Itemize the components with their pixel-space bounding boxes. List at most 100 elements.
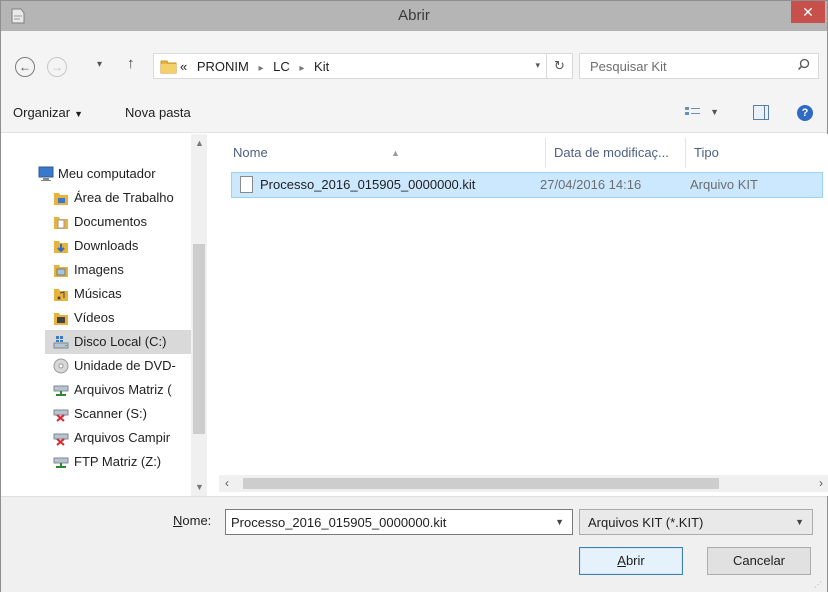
nav-pane-scrollbar[interactable]: ▲ ▼ (191, 134, 207, 496)
open-button[interactable]: Abrir (579, 547, 683, 575)
column-header-modified[interactable]: Data de modificaç... (545, 138, 685, 168)
nav-item-arquivos-campir[interactable]: Arquivos Campir (53, 426, 203, 450)
nav-item-label: Scanner (S:) (74, 406, 147, 421)
column-header-label: Data de modificaç... (554, 145, 669, 160)
nav-item-label: Meu computador (58, 166, 156, 181)
breadcrumb-pronim[interactable]: PRONIM (197, 59, 249, 74)
breadcrumb-kit[interactable]: Kit (314, 59, 329, 74)
nav-item-label: Documentos (74, 214, 147, 229)
nav-item-music[interactable]: Músicas (53, 282, 203, 306)
network-drive-icon (53, 382, 69, 398)
breadcrumb-lc[interactable]: LC (273, 59, 290, 74)
chevron-down-icon[interactable]: ▼ (710, 107, 719, 117)
nav-item-label: Downloads (74, 238, 139, 253)
dvd-drive-icon (53, 358, 69, 374)
window-title: Abrir (398, 7, 430, 24)
scroll-down-icon[interactable]: ▼ (195, 482, 204, 492)
table-row[interactable]: Processo_2016_015905_0000000.kit 27/04/2… (231, 172, 823, 198)
refresh-button[interactable]: ↻ (547, 53, 573, 79)
file-list-horizontal-scrollbar[interactable]: ‹ › (219, 475, 828, 492)
search-box[interactable] (579, 53, 819, 79)
downloads-folder-icon (53, 238, 69, 254)
organize-label: Organizar (13, 105, 71, 120)
column-header-type[interactable]: Tipo (685, 138, 825, 168)
network-drive-icon (53, 454, 69, 470)
column-header-label: Tipo (694, 145, 719, 160)
nav-item-computer[interactable]: Meu computador (37, 162, 207, 186)
scroll-up-icon[interactable]: ▲ (195, 138, 204, 148)
chevron-right-icon[interactable]: ▸ (258, 63, 263, 74)
scroll-right-icon[interactable]: › (819, 476, 823, 490)
filename-input[interactable] (226, 510, 544, 534)
close-button[interactable]: ✕ (791, 1, 825, 23)
nav-item-label: Disco Local (C:) (74, 334, 167, 349)
scroll-left-icon[interactable]: ‹ (225, 476, 229, 490)
disconnected-network-drive-icon (53, 406, 69, 422)
navigation-pane: Meu computador Área de Trabalho Document… (1, 134, 219, 496)
nav-item-documents[interactable]: Documentos (53, 210, 203, 234)
chevron-down-icon[interactable]: ▼ (555, 517, 564, 527)
open-button-label: brir (625, 553, 645, 568)
nav-item-scanner[interactable]: Scanner (S:) (53, 402, 203, 426)
change-view-button[interactable]: ▼ (685, 107, 719, 122)
column-header-name[interactable]: Nome ▲ (233, 138, 553, 168)
back-button[interactable]: ← (15, 57, 35, 77)
dialog-footer: Nome: ▼ Arquivos KIT (*.KIT) ▼ Abrir Can… (1, 496, 827, 592)
file-type: Arquivo KIT (690, 177, 758, 192)
nav-item-videos[interactable]: Vídeos (53, 306, 203, 330)
file-list: Nome ▲ Data de modificaç... Tipo Process… (219, 134, 828, 496)
organize-menu[interactable]: Organizar ▼ (13, 105, 83, 120)
file-icon (240, 176, 253, 193)
nav-item-dvd-drive[interactable]: Unidade de DVD- (53, 354, 203, 378)
cancel-button[interactable]: Cancelar (707, 547, 811, 575)
open-button-accesskey: A (617, 553, 626, 568)
desktop-folder-icon (53, 190, 69, 206)
nav-item-desktop[interactable]: Área de Trabalho (53, 186, 203, 210)
filename-label-accesskey: N (173, 513, 183, 528)
nav-item-label: Unidade de DVD- (74, 358, 176, 373)
chevron-right-icon[interactable]: ▸ (299, 63, 304, 74)
filetype-value: Arquivos KIT (*.KIT) (588, 515, 704, 530)
nav-item-label: Músicas (74, 286, 122, 301)
up-button[interactable]: ↑ (127, 55, 135, 72)
scrollbar-thumb[interactable] (243, 478, 719, 489)
folder-icon (160, 58, 178, 74)
address-row: ← → ▾ ↑ « PRONIM ▸ LC ▸ Kit ▾ ↻ (1, 31, 827, 93)
filename-combobox[interactable]: ▼ (225, 509, 573, 535)
nav-item-label: Imagens (74, 262, 124, 277)
open-file-dialog: Abrir ✕ ← → ▾ ↑ « PRONIM ▸ LC ▸ Kit ▾ ↻ (0, 0, 828, 592)
local-disk-icon (53, 334, 69, 350)
documents-folder-icon (53, 214, 69, 230)
resize-grip-icon[interactable]: ⋰ (814, 580, 824, 590)
nav-item-pictures[interactable]: Imagens (53, 258, 203, 282)
disconnected-network-drive-icon (53, 430, 69, 446)
chevron-down-icon[interactable]: ▾ (535, 60, 540, 71)
music-folder-icon (53, 286, 69, 302)
chevron-down-icon: ▼ (74, 109, 83, 119)
nav-item-label: Vídeos (74, 310, 115, 325)
help-icon[interactable]: ? (797, 105, 813, 121)
nav-item-downloads[interactable]: Downloads (53, 234, 203, 258)
sort-ascending-icon: ▲ (391, 148, 400, 158)
file-name: Processo_2016_015905_0000000.kit (260, 177, 476, 192)
nav-item-arquivos-matriz[interactable]: Arquivos Matriz ( (53, 378, 203, 402)
breadcrumb: « PRONIM ▸ LC ▸ Kit (180, 59, 329, 74)
nav-item-label: FTP Matriz (Z:) (74, 454, 162, 469)
address-bar[interactable]: « PRONIM ▸ LC ▸ Kit ▾ (153, 53, 547, 79)
forward-button[interactable]: → (47, 57, 67, 77)
computer-icon (37, 166, 55, 182)
scrollbar-thumb[interactable] (193, 244, 205, 434)
nav-item-label: Arquivos Matriz ( (74, 382, 172, 397)
pictures-folder-icon (53, 262, 69, 278)
search-icon[interactable] (797, 58, 810, 74)
recent-locations-icon[interactable]: ▾ (97, 59, 102, 70)
nav-item-local-disk[interactable]: Disco Local (C:) (45, 330, 207, 354)
chevron-down-icon[interactable]: ▼ (795, 517, 804, 527)
breadcrumb-overflow[interactable]: « (180, 59, 187, 74)
nav-item-ftp-matriz[interactable]: FTP Matriz (Z:) (53, 450, 203, 474)
search-input[interactable] (580, 54, 790, 78)
filetype-select[interactable]: Arquivos KIT (*.KIT) ▼ (579, 509, 813, 535)
preview-pane-icon[interactable] (753, 105, 769, 120)
nav-item-label: Arquivos Campir (74, 430, 171, 445)
new-folder-button[interactable]: Nova pasta (125, 105, 191, 120)
